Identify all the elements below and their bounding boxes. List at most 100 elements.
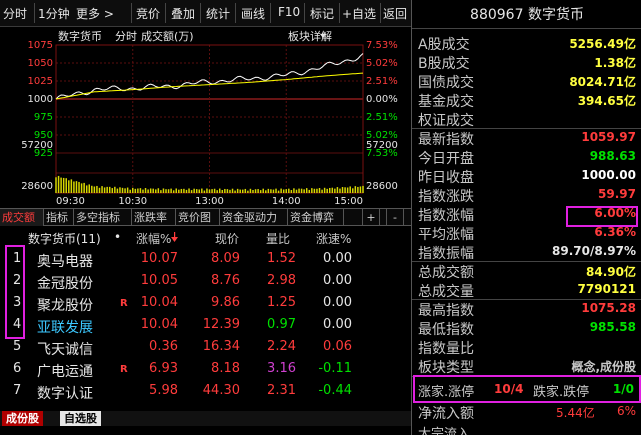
tab-constituents[interactable]: 成份股 [2, 411, 43, 426]
stat-row: 今日开盘 988.63 [416, 147, 638, 167]
y-tick-label-pct: 7.53% [366, 40, 398, 51]
tab-turnover[interactable]: 成交额 [0, 209, 44, 226]
tb-tongji[interactable]: 统计 [206, 5, 230, 22]
col-speed[interactable]: 涨速% [316, 230, 351, 247]
tab-longshort[interactable]: 多空指标 [74, 209, 132, 226]
stat-label: 基金成交 [418, 94, 474, 110]
price: 16.34 [202, 339, 240, 354]
stat-label: 总成交量 [418, 284, 474, 300]
stock-name: 奥马电器 [37, 254, 93, 270]
tab-watchlist[interactable]: 自选股 [60, 411, 101, 426]
toolbar: 分时 1分钟 更多 > 竞价 叠加 统计 画线 F10 标记 +自选 返回 [0, 0, 411, 27]
tab-fund-game[interactable]: 资金博弈 [288, 209, 344, 226]
panel-title: 880967 数字货币 [412, 4, 641, 24]
stock-name: 广电运通 [37, 364, 93, 380]
list-row[interactable]: 6 广电运通 R 6.93 8.18 3.16 -0.11 [0, 358, 411, 380]
tb-add-watchlist[interactable]: +自选 [342, 5, 376, 22]
stat-row: 指数涨跌 59.97 [416, 185, 638, 205]
y-tick-label-pct: 2.51% [366, 76, 398, 87]
col-price[interactable]: 现价 [215, 230, 239, 247]
y-tick-label: 1075 [28, 40, 53, 51]
list-row[interactable]: 4 亚联发展 10.04 12.39 0.97 0.00 [0, 314, 411, 336]
stat-row: B股成交 1.38亿 [416, 52, 638, 72]
add-tab-button[interactable]: + [362, 209, 380, 226]
x-tick-label: 10:30 [118, 196, 147, 207]
volume-tick-label: 28600 [21, 181, 53, 192]
tb-jingjia[interactable]: 竞价 [136, 5, 160, 22]
stat-value: 1059.97 [581, 130, 636, 144]
list-row[interactable]: 2 金冠股份 10.05 8.76 2.98 0.00 [0, 270, 411, 292]
tb-huaxian[interactable]: 画线 [241, 5, 265, 22]
list-title: 数字货币(11) [28, 232, 101, 246]
y-tick-label-pct: 2.51% [366, 112, 398, 123]
volume-ratio: 2.98 [267, 273, 296, 288]
stat-value: 概念,成份股 [571, 360, 636, 374]
chart-title: 数字货币 [58, 30, 102, 43]
stat-row: 最低指数 985.58 [416, 318, 638, 338]
chart-canvas: 10751050102510009759509257.53%5.02%2.51%… [21, 40, 398, 207]
price: 9.86 [211, 295, 240, 310]
stat-row: A股成交 5256.49亿 [416, 33, 638, 53]
price: 12.39 [202, 317, 240, 332]
stat-row: 权证成交 [416, 109, 638, 129]
stat-label: 指数振幅 [418, 246, 474, 262]
list-row[interactable]: 3 聚龙股份 R 10.04 9.86 1.25 0.00 [0, 292, 411, 314]
change-pct: 0.36 [149, 339, 178, 354]
sort-desc-icon [171, 232, 178, 246]
volume-ratio: 0.97 [267, 317, 296, 332]
col-volume-ratio[interactable]: 量比 [266, 230, 290, 247]
list-row[interactable]: 1 奥马电器 10.07 8.09 1.52 0.00 [0, 248, 411, 270]
remove-tab-button[interactable]: - [386, 209, 404, 226]
tb-more[interactable]: 更多 > [76, 5, 114, 22]
change-pct: 10.04 [140, 295, 178, 310]
stat-label: 总成交额 [418, 265, 474, 281]
x-tick-label: 09:30 [56, 196, 85, 207]
tb-fenshi[interactable]: 分时 [3, 5, 27, 22]
tab-indicator[interactable]: 指标 [44, 209, 74, 226]
intraday-chart[interactable]: 1075 1050 1025 1000 975 950 925 7.53% 5.02% 2.51%… [0, 27, 411, 207]
y-tick-label: 1050 [28, 58, 53, 69]
speed: 0.00 [323, 295, 352, 310]
stock-name: 飞天诚信 [37, 342, 93, 358]
stat-value: 59.97 [598, 187, 636, 201]
row-index: 6 [13, 361, 22, 376]
list-row[interactable]: 5 飞天诚信 0.36 16.34 2.24 0.06 [0, 336, 411, 358]
divider [165, 3, 166, 23]
stat-label: 最新指数 [418, 132, 474, 148]
stat-value: 1075.28 [581, 301, 636, 315]
tb-diejia[interactable]: 叠加 [171, 5, 195, 22]
tb-f10[interactable]: F10 [278, 5, 300, 19]
speed: -0.44 [318, 383, 352, 398]
stat-value: 89.70/8.97% [552, 244, 636, 258]
divider [412, 128, 641, 129]
stat-value: 1000.00 [581, 168, 636, 182]
row-index: 5 [13, 339, 22, 354]
flow-value: 5.44亿 [556, 406, 595, 420]
tb-biaoji[interactable]: 标记 [310, 5, 334, 22]
volume-tick-label: 57200 [21, 140, 53, 151]
change-pct: 6.93 [149, 361, 178, 376]
x-tick-label: 15:00 [334, 196, 363, 207]
change-pct: 10.07 [140, 251, 178, 266]
margin-r-flag: R [120, 364, 128, 375]
list-row[interactable]: 7 数字认证 5.98 44.30 2.31 -0.44 [0, 380, 411, 402]
index-code: 880967 [470, 7, 524, 23]
divider [304, 3, 305, 23]
stat-value: 394.65亿 [577, 94, 636, 108]
stat-label: B股成交 [418, 56, 470, 72]
tab-fund-drive[interactable]: 资金驱动力 [220, 209, 288, 226]
tb-back[interactable]: 返回 [383, 5, 407, 22]
stat-label: 板块类型 [418, 360, 474, 376]
stat-label: 最低指数 [418, 322, 474, 338]
stat-label: 指数涨幅 [418, 208, 474, 224]
tab-auction-chart[interactable]: 竞价图 [176, 209, 220, 226]
stat-value: 985.58 [589, 320, 636, 334]
y-tick-label-pct: 5.02% [366, 58, 398, 69]
divider [380, 3, 381, 23]
tab-updown-rate[interactable]: 涨跌率 [132, 209, 176, 226]
flow-label: 净流入额 [418, 406, 474, 422]
stat-label: 指数量比 [418, 341, 474, 357]
margin-r-flag: R [120, 298, 128, 309]
col-change-pct[interactable]: 涨幅% [136, 230, 171, 247]
tb-1min[interactable]: 1分钟 [38, 5, 70, 22]
